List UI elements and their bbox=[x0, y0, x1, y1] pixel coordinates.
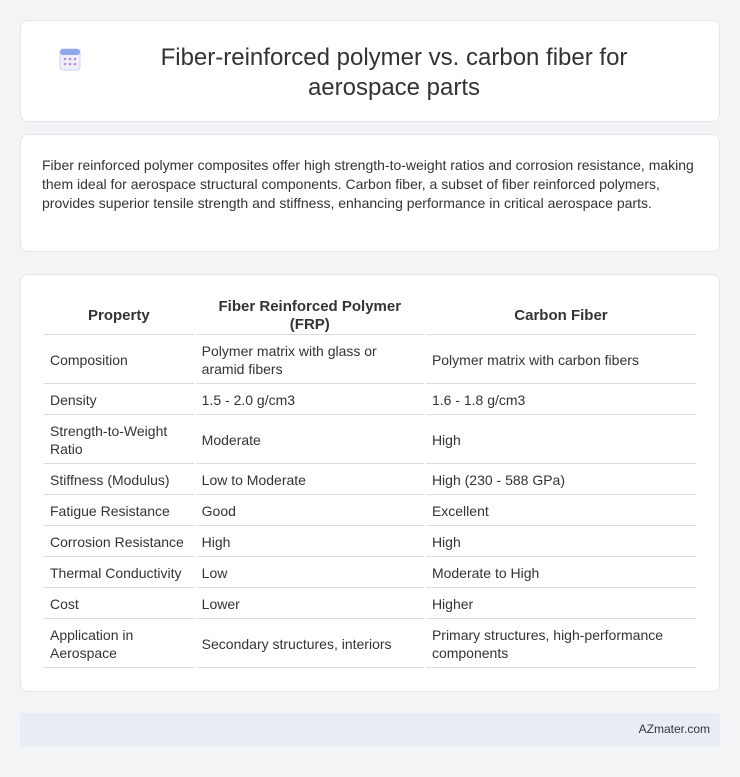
page-title-wrap: Fiber-reinforced polymer vs. carbon fibe… bbox=[21, 43, 719, 103]
row-property: Cost bbox=[44, 590, 194, 619]
row-property: Composition bbox=[44, 337, 194, 384]
table-row: Application in Aerospace Secondary struc… bbox=[44, 621, 696, 668]
row-frp-value: Low to Moderate bbox=[195, 466, 424, 495]
row-property: Density bbox=[44, 386, 194, 415]
header-frp: Fiber Reinforced Polymer (FRP) bbox=[195, 297, 424, 335]
row-property: Application in Aerospace bbox=[44, 621, 194, 668]
row-property: Stiffness (Modulus) bbox=[44, 466, 194, 495]
row-carbon-value: 1.6 - 1.8 g/cm3 bbox=[425, 386, 696, 415]
table-row: Cost Lower Higher bbox=[44, 590, 696, 619]
row-frp-value: Moderate bbox=[195, 417, 424, 464]
row-carbon-value: High (230 - 588 GPa) bbox=[425, 466, 696, 495]
row-frp-value: 1.5 - 2.0 g/cm3 bbox=[195, 386, 424, 415]
intro-card: Fiber reinforced polymer composites offe… bbox=[20, 134, 720, 252]
row-frp-value: Secondary structures, interiors bbox=[195, 621, 424, 668]
table-row: Thermal Conductivity Low Moderate to Hig… bbox=[44, 559, 696, 588]
table-row: Strength-to-Weight Ratio Moderate High bbox=[44, 417, 696, 464]
row-carbon-value: Primary structures, high-performance com… bbox=[425, 621, 696, 668]
header-property: Property bbox=[44, 297, 194, 335]
row-property: Thermal Conductivity bbox=[44, 559, 194, 588]
row-property: Corrosion Resistance bbox=[44, 528, 194, 557]
table-header-row: Property Fiber Reinforced Polymer (FRP) … bbox=[44, 297, 696, 335]
row-carbon-value: Moderate to High bbox=[425, 559, 696, 588]
table-row: Fatigue Resistance Good Excellent bbox=[44, 497, 696, 526]
comparison-table: Property Fiber Reinforced Polymer (FRP) … bbox=[42, 295, 698, 670]
row-frp-value: High bbox=[195, 528, 424, 557]
footer-site-link[interactable]: AZmater.com bbox=[639, 722, 710, 736]
table-row: Corrosion Resistance High High bbox=[44, 528, 696, 557]
comparison-card: Property Fiber Reinforced Polymer (FRP) … bbox=[20, 274, 720, 692]
row-carbon-value: Excellent bbox=[425, 497, 696, 526]
footer-bar: AZmater.com bbox=[20, 713, 720, 746]
row-carbon-value: Higher bbox=[425, 590, 696, 619]
row-frp-value: Low bbox=[195, 559, 424, 588]
table-row: Density 1.5 - 2.0 g/cm3 1.6 - 1.8 g/cm3 bbox=[44, 386, 696, 415]
row-property: Strength-to-Weight Ratio bbox=[44, 417, 194, 464]
row-frp-value: Polymer matrix with glass or aramid fibe… bbox=[195, 337, 424, 384]
title-card: Fiber-reinforced polymer vs. carbon fibe… bbox=[20, 20, 720, 122]
row-frp-value: Good bbox=[195, 497, 424, 526]
intro-paragraph: Fiber reinforced polymer composites offe… bbox=[42, 157, 694, 211]
row-carbon-value: Polymer matrix with carbon fibers bbox=[425, 337, 696, 384]
row-carbon-value: High bbox=[425, 417, 696, 464]
row-property: Fatigue Resistance bbox=[44, 497, 194, 526]
row-carbon-value: High bbox=[425, 528, 696, 557]
page-title: Fiber-reinforced polymer vs. carbon fibe… bbox=[160, 44, 628, 101]
table-row: Composition Polymer matrix with glass or… bbox=[44, 337, 696, 384]
table-row: Stiffness (Modulus) Low to Moderate High… bbox=[44, 466, 696, 495]
header-carbon-fiber: Carbon Fiber bbox=[425, 297, 696, 335]
row-frp-value: Lower bbox=[195, 590, 424, 619]
